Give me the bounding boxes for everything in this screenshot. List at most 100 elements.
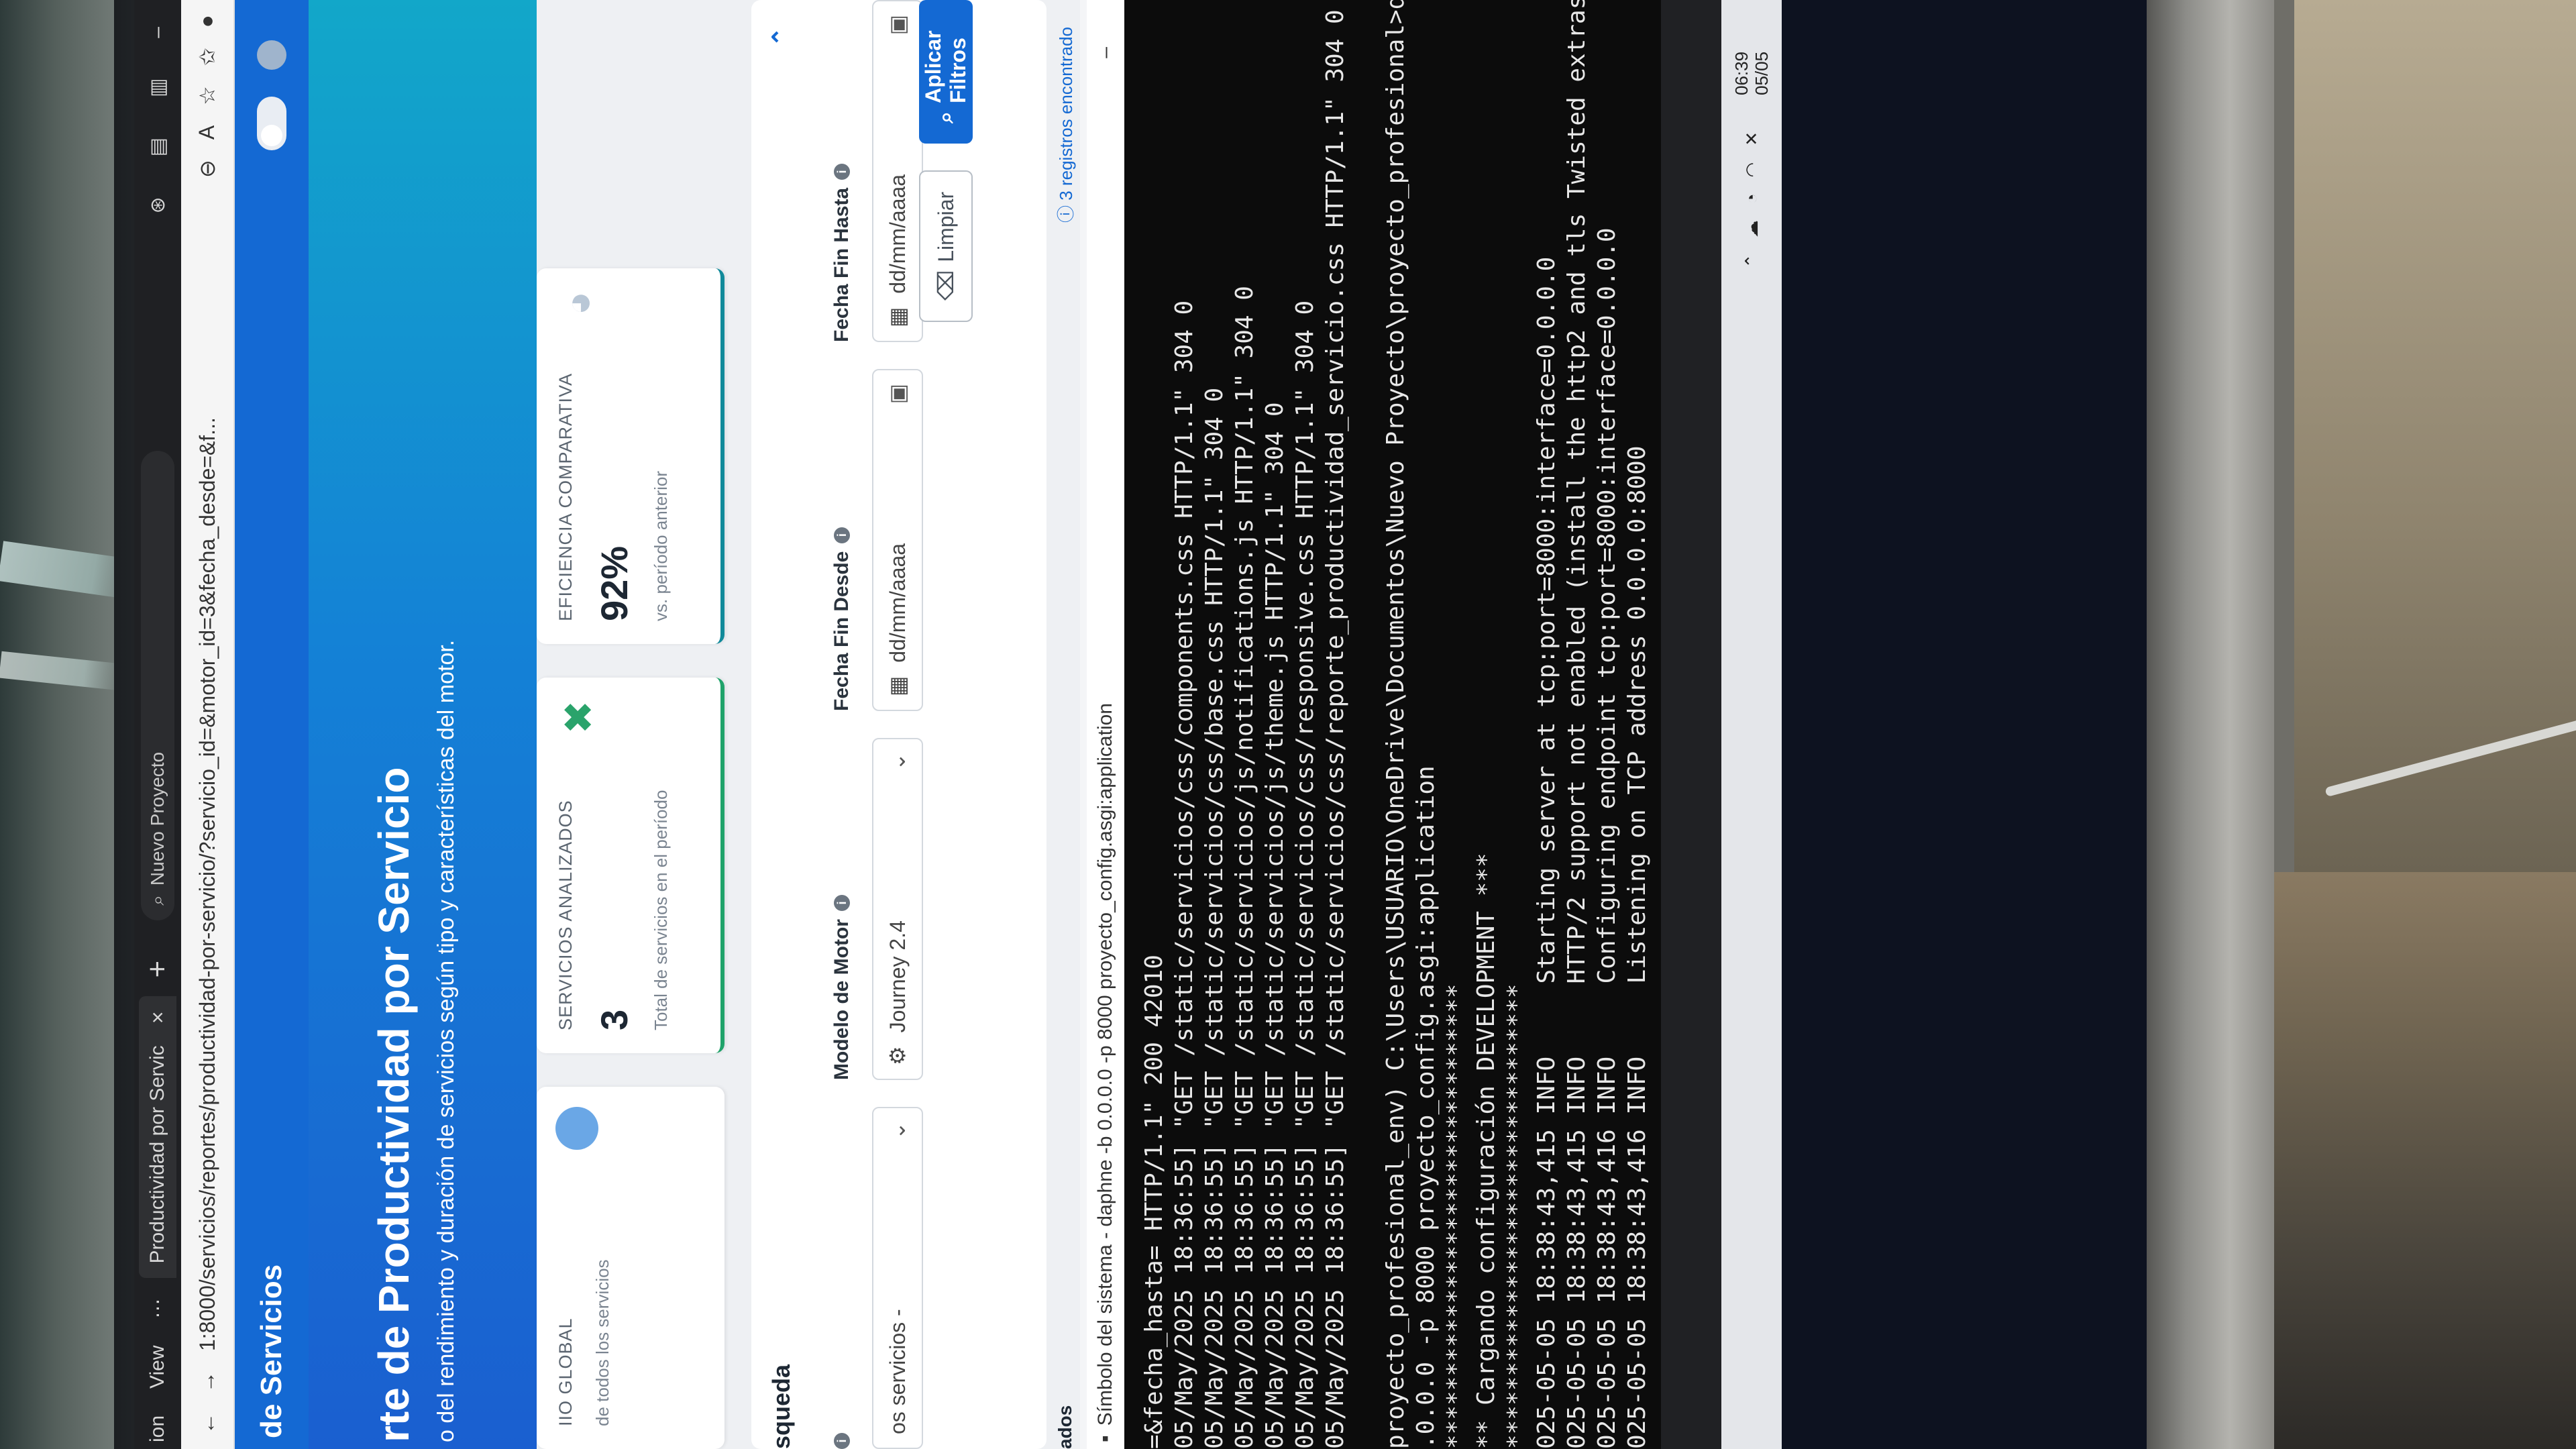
date-to-input[interactable]: ▦ dd/mm/aaaa ▣ bbox=[872, 0, 923, 342]
terminal-line: 05/May/2025 18:36:55] "GET /static/servi… bbox=[1261, 402, 1289, 1449]
terminal-line: 05/May/2025 18:36:55] "GET /static/servi… bbox=[1322, 9, 1349, 1449]
address-bar-icons: ⊖ A ☆ ✩ ● bbox=[195, 15, 220, 178]
window-controls: ⊛ ▤ ▥ – bbox=[146, 0, 170, 214]
onedrive-icon[interactable]: ☁ bbox=[1741, 220, 1762, 237]
info-icon: i bbox=[834, 895, 850, 912]
terminal-line: ******************************** bbox=[1442, 983, 1470, 1449]
clear-button[interactable]: ⌫ Limpiar bbox=[919, 170, 973, 322]
wifi-icon[interactable]: ◠ bbox=[1741, 162, 1762, 178]
navbar-actions bbox=[257, 0, 286, 150]
filter-actions: ⌫ Limpiar ⌕ Aplicar Filtros bbox=[919, 0, 973, 322]
terminal-icon: ▪ bbox=[1094, 1435, 1116, 1442]
favorites-icon[interactable]: ✩ bbox=[195, 48, 220, 66]
card-label: EFICIENCIA COMPARATIVA bbox=[555, 372, 576, 621]
photo-scene: ion View ⋯ Productividad por Servic × + … bbox=[0, 0, 2576, 1449]
search-box[interactable]: ⌕ Nuevo Proyecto bbox=[141, 450, 174, 920]
minimize-button[interactable]: – bbox=[1094, 47, 1117, 58]
terminal-line: 05/May/2025 18:36:55] "GET /static/servi… bbox=[1201, 387, 1228, 1449]
browser-tab-bar: ion View ⋯ Productividad por Servic × + … bbox=[134, 0, 181, 1449]
search-icon: ⌕ bbox=[146, 895, 168, 906]
browser-view-menu[interactable]: View bbox=[146, 1345, 169, 1388]
minimize-button[interactable]: – bbox=[146, 27, 170, 38]
date-from-input[interactable]: ▦ dd/mm/aaaa ▣ bbox=[872, 369, 923, 711]
monitor-screen: ion View ⋯ Productividad por Servic × + … bbox=[134, 0, 2147, 1449]
select-value: os servicios - bbox=[885, 1309, 910, 1434]
search-icon: ⌕ bbox=[933, 111, 957, 123]
clock-time: 06:39 bbox=[1731, 51, 1752, 95]
copilot-icon[interactable]: ⊛ bbox=[146, 197, 170, 213]
date-picker-icon[interactable]: ▣ bbox=[885, 15, 910, 35]
terminal-line: 025-05-05 18:38:43,415 INFO Starting ser… bbox=[1533, 256, 1560, 1449]
taskbar-strip bbox=[1661, 0, 1721, 1449]
terminal-line: .0.0.0 -p 8000 proyecto_config.asgi:appl… bbox=[1412, 765, 1440, 1449]
apply-label: Aplicar Filtros bbox=[921, 30, 970, 103]
motor-model-filter: Modelo de Motor i ⚙ Journey 2.4 ⌄ bbox=[825, 738, 923, 1080]
split-view-icon[interactable]: ▥ bbox=[146, 78, 170, 97]
user-avatar[interactable] bbox=[257, 40, 286, 70]
tab-title: Productividad por Servic bbox=[146, 1045, 168, 1264]
efficiency-card: EFICIENCIA COMPARATIVA 92% vs. período a… bbox=[537, 268, 724, 644]
desk-area bbox=[2267, 872, 2576, 1449]
terminal-output[interactable]: =&fecha_hasta= HTTP/1.1" 200 42010 05/May… bbox=[1124, 0, 1661, 1449]
profile-icon[interactable]: ● bbox=[195, 15, 220, 28]
card-value: 92% bbox=[593, 545, 635, 621]
workspaces-icon[interactable]: ▤ bbox=[146, 138, 170, 156]
clock[interactable]: 06:39 05/05 bbox=[1731, 52, 1772, 95]
filter-label: Fecha Fin Hasta i bbox=[825, 0, 859, 342]
date-placeholder: dd/mm/aaaa bbox=[885, 543, 910, 663]
date-picker-icon[interactable]: ▣ bbox=[885, 384, 910, 404]
results-title: ados bbox=[1054, 1405, 1075, 1449]
terminal-line: 025-05-05 18:38:43,416 INFO Configuring … bbox=[1593, 227, 1621, 1449]
terminal-line: 05/May/2025 18:36:55] "GET /static/servi… bbox=[1171, 300, 1198, 1449]
service-select[interactable]: os servicios - ⌄ bbox=[872, 1107, 923, 1449]
motor-model-select[interactable]: ⚙ Journey 2.4 ⌄ bbox=[872, 738, 923, 1080]
favorite-star-icon[interactable]: ☆ bbox=[195, 86, 220, 105]
filter-label: Fecha Fin Desde i bbox=[825, 369, 859, 711]
monitor-bezel-bottom bbox=[2127, 0, 2274, 1449]
new-tab-button[interactable]: + bbox=[141, 961, 174, 978]
volume-muted-icon[interactable]: ✕ bbox=[1741, 131, 1762, 146]
terminal-title: Símbolo del sistema - daphne -b 0.0.0.0 … bbox=[1094, 703, 1116, 1426]
read-aloud-icon[interactable]: A bbox=[195, 125, 220, 140]
card-subtext: Total de servicios en el período bbox=[651, 790, 671, 1030]
chevron-up-icon[interactable]: ⌃ bbox=[767, 27, 796, 47]
chevron-up-icon[interactable]: ⌃ bbox=[1741, 254, 1762, 268]
tools-icon: ✖ bbox=[556, 700, 601, 735]
global-card: IIO GLOBAL de todos los servicios bbox=[537, 1087, 724, 1449]
calendar-icon: ▦ bbox=[885, 676, 910, 696]
info-icon: i bbox=[834, 163, 850, 180]
filters-header[interactable]: squeda ⌃ bbox=[767, 0, 796, 1449]
terminal-line: ******************************** bbox=[1503, 983, 1530, 1449]
card-subtext: de todos los servicios bbox=[592, 1259, 612, 1426]
more-icon[interactable]: ⋯ bbox=[146, 1298, 170, 1318]
back-icon[interactable]: ← bbox=[195, 1413, 220, 1434]
results-count: ⓘ 3 registros encontrado bbox=[1056, 27, 1076, 223]
services-analyzed-card: SERVICIOS ANALIZADOS 3 Total de servicio… bbox=[537, 678, 724, 1053]
zoom-icon[interactable]: ⊖ bbox=[195, 160, 220, 178]
forward-icon[interactable]: → bbox=[195, 1371, 220, 1393]
terminal-titlebar: ▪ Símbolo del sistema - daphne -b 0.0.0.… bbox=[1087, 0, 1124, 1449]
terminal-line: 025-05-05 18:38:43,416 INFO Listening on… bbox=[1623, 445, 1651, 1449]
address-bar: ← → 1:8000/servicios/reportes/productivi… bbox=[181, 0, 235, 1449]
url-field[interactable]: 1:8000/servicios/reportes/productividad-… bbox=[195, 198, 220, 1351]
app-navbar: de Servicios bbox=[235, 0, 309, 1449]
chevron-down-icon: ⌄ bbox=[885, 1122, 910, 1140]
apply-filters-button[interactable]: ⌕ Aplicar Filtros bbox=[919, 0, 973, 144]
clear-label: Limpiar bbox=[933, 191, 958, 262]
filter-label: i bbox=[825, 1107, 859, 1449]
browser-tab[interactable]: Productividad por Servic × bbox=[139, 996, 176, 1279]
terminal-line: =&fecha_hasta= HTTP/1.1" 200 42010 bbox=[1140, 955, 1168, 1449]
terminal-line: proyecto_profesional_env) C:\Users\USUAR… bbox=[1382, 0, 1409, 1449]
results-header: ados ⓘ 3 registros encontrado bbox=[1050, 0, 1080, 1449]
info-icon: i bbox=[834, 527, 850, 543]
clock-icon bbox=[555, 1107, 598, 1150]
terminal-line: 05/May/2025 18:36:55] "GET /static/servi… bbox=[1291, 300, 1319, 1449]
browser-menu-label[interactable]: ion bbox=[146, 1415, 169, 1442]
date-to-filter: Fecha Fin Hasta i ▦ dd/mm/aaaa ▣ bbox=[825, 0, 923, 342]
network-icon[interactable]: ◔ bbox=[1741, 193, 1762, 204]
card-subtext: vs. período anterior bbox=[651, 470, 671, 621]
brand-title[interactable]: de Servicios bbox=[255, 1265, 288, 1438]
card-label: SERVICIOS ANALIZADOS bbox=[555, 800, 576, 1030]
close-tab-icon[interactable]: × bbox=[146, 1011, 170, 1024]
theme-toggle[interactable] bbox=[257, 97, 286, 150]
